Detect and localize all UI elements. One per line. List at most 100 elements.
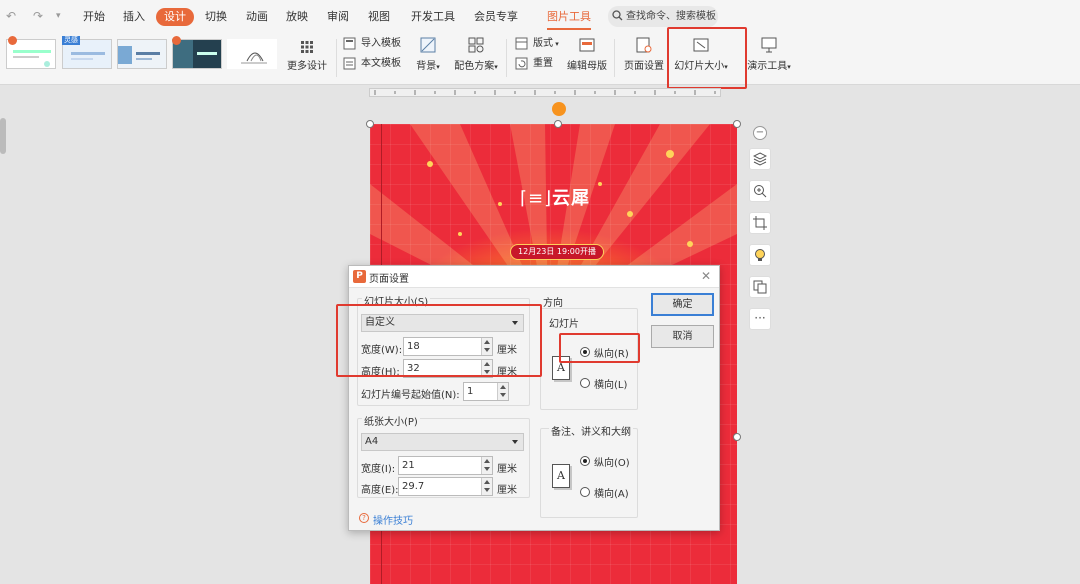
paper-width-input[interactable]: 21 [398, 456, 493, 475]
numbering-stepper[interactable] [497, 383, 508, 400]
notes-group-label: 备注、讲义和大纲 [549, 423, 633, 438]
layers-button[interactable] [749, 148, 771, 170]
paper-width-stepper[interactable] [481, 457, 492, 474]
numbering-value: 1 [467, 386, 474, 397]
menu-picture-tools[interactable]: 图片工具 [547, 8, 591, 30]
hot-badge-icon-2 [172, 36, 181, 45]
resize-handle-tl[interactable] [366, 120, 374, 128]
menu-start[interactable]: 开始 [83, 8, 105, 26]
close-icon[interactable]: ✕ [701, 269, 711, 283]
highlight-slide-size [667, 27, 747, 89]
menu-review[interactable]: 审阅 [327, 8, 349, 26]
ribbon-divider-3 [614, 39, 615, 77]
design-thumbnail-3[interactable] [117, 39, 167, 69]
tips-link[interactable]: ? 操作技巧 [359, 512, 413, 527]
reset-label: 重置 [533, 58, 553, 69]
ruler-ticks [374, 90, 716, 95]
reset-icon [515, 57, 528, 70]
slides-group-label: 幻灯片 [549, 319, 579, 330]
import-template-button[interactable]: 导入模板 [343, 35, 401, 53]
search-input[interactable]: 查找命令、搜索模板 [608, 6, 718, 27]
slide-date-banner: 12月23日 19:00开播 [510, 244, 604, 260]
copy-icon [753, 280, 767, 294]
menu-animation[interactable]: 动画 [246, 8, 268, 26]
edit-master-label: 编辑母版 [567, 61, 607, 72]
hot-badge-icon [8, 36, 17, 45]
edit-master-button[interactable]: 编辑母版 [566, 37, 608, 72]
paper-height-unit: 厘米 [497, 485, 517, 496]
paper-height-stepper[interactable] [481, 478, 492, 495]
crop-button[interactable] [749, 212, 771, 234]
menu-slideshow[interactable]: 放映 [286, 8, 308, 26]
presenter-tools-button[interactable]: 演示工具▾ [744, 37, 794, 72]
layers-icon [753, 152, 767, 166]
menu-developer[interactable]: 开发工具 [411, 8, 455, 26]
lightbulb-icon [755, 249, 765, 261]
resize-handle-mr[interactable] [733, 433, 741, 441]
portrait-page-icon-2: A [552, 464, 570, 488]
text-template-label: 本文模板 [361, 58, 401, 69]
collapse-icon[interactable]: − [753, 126, 767, 140]
resize-handle-tr[interactable] [733, 120, 741, 128]
search-icon [612, 10, 623, 21]
cancel-button[interactable]: 取消 [651, 325, 714, 348]
highlight-size-fields [336, 304, 542, 377]
menu-member[interactable]: 会员专享 [474, 8, 518, 26]
ribbon: 灵感 更多设计 导入模板 本文模板 背景▾ 配色方案▾ 版式 ▾ 重置 编辑母版… [0, 33, 1080, 85]
resize-handle-tc[interactable] [554, 120, 562, 128]
layout-button[interactable]: 版式 ▾ [515, 35, 559, 53]
tips-icon: ? [359, 513, 369, 523]
paper-size-value: A4 [365, 436, 379, 447]
numbering-input[interactable]: 1 [463, 382, 509, 401]
idea-button[interactable] [749, 244, 771, 266]
slide-logo: ⌈≡⌋云犀 [520, 184, 590, 210]
color-scheme-label: 配色方案 [454, 61, 495, 72]
orientation-label: 方向 [543, 298, 563, 309]
edit-master-icon [579, 37, 595, 53]
more-icon[interactable]: ··· [749, 308, 771, 330]
background-button[interactable]: 背景▾ [413, 37, 443, 72]
vertical-scrollbar[interactable] [0, 118, 6, 154]
rotate-handle-icon[interactable] [552, 102, 566, 116]
color-scheme-button[interactable]: 配色方案▾ [451, 37, 501, 72]
notes-landscape-label: 横向(A) [594, 489, 629, 500]
ok-button[interactable]: 确定 [651, 293, 714, 316]
grid-icon [301, 41, 313, 53]
slides-landscape-radio[interactable] [580, 378, 590, 388]
zoom-button[interactable] [749, 180, 771, 202]
undo-icon[interactable]: ↶ [6, 9, 16, 23]
paper-size-select[interactable]: A4 [361, 433, 524, 451]
highlight-portrait-option [559, 333, 640, 363]
menu-transition[interactable]: 切换 [205, 8, 227, 26]
notes-landscape-radio[interactable] [580, 487, 590, 497]
menu-view[interactable]: 视图 [368, 8, 390, 26]
design-thumbnail-5[interactable] [227, 39, 277, 69]
ribbon-divider [336, 39, 337, 77]
chevron-down-icon[interactable]: ▾ [56, 11, 61, 21]
paper-height-input[interactable]: 29.7 [398, 477, 493, 496]
redo-icon[interactable]: ↷ [33, 9, 43, 23]
inspiration-badge: 灵感 [62, 36, 80, 45]
notes-portrait-label: 纵向(O) [594, 458, 630, 469]
paper-height-label: 高度(E): [361, 485, 399, 496]
dialog-titlebar[interactable]: P 页面设置 ✕ [349, 266, 719, 288]
paper-height-value: 29.7 [402, 481, 425, 492]
presenter-tools-label: 演示工具 [747, 61, 788, 72]
more-design-button[interactable]: 更多设计 [287, 41, 327, 72]
copy-button[interactable] [749, 276, 771, 298]
reset-button[interactable]: 重置 [515, 55, 553, 73]
numbering-label: 幻灯片编号起始值(N): [361, 390, 460, 401]
paper-width-label: 宽度(I): [361, 464, 396, 475]
page-setup-label: 页面设置 [624, 61, 664, 72]
text-template-button[interactable]: 本文模板 [343, 55, 401, 73]
notes-portrait-radio[interactable] [580, 456, 590, 466]
menu-insert[interactable]: 插入 [123, 8, 145, 26]
page-setup-icon [636, 37, 652, 53]
layout-icon [515, 37, 528, 50]
crop-icon [753, 216, 767, 230]
page-setup-button[interactable]: 页面设置 [622, 37, 666, 72]
menu-design[interactable]: 设计 [156, 8, 194, 26]
more-design-label: 更多设计 [287, 61, 327, 72]
text-template-icon [343, 57, 356, 70]
zoom-in-icon [754, 185, 767, 198]
